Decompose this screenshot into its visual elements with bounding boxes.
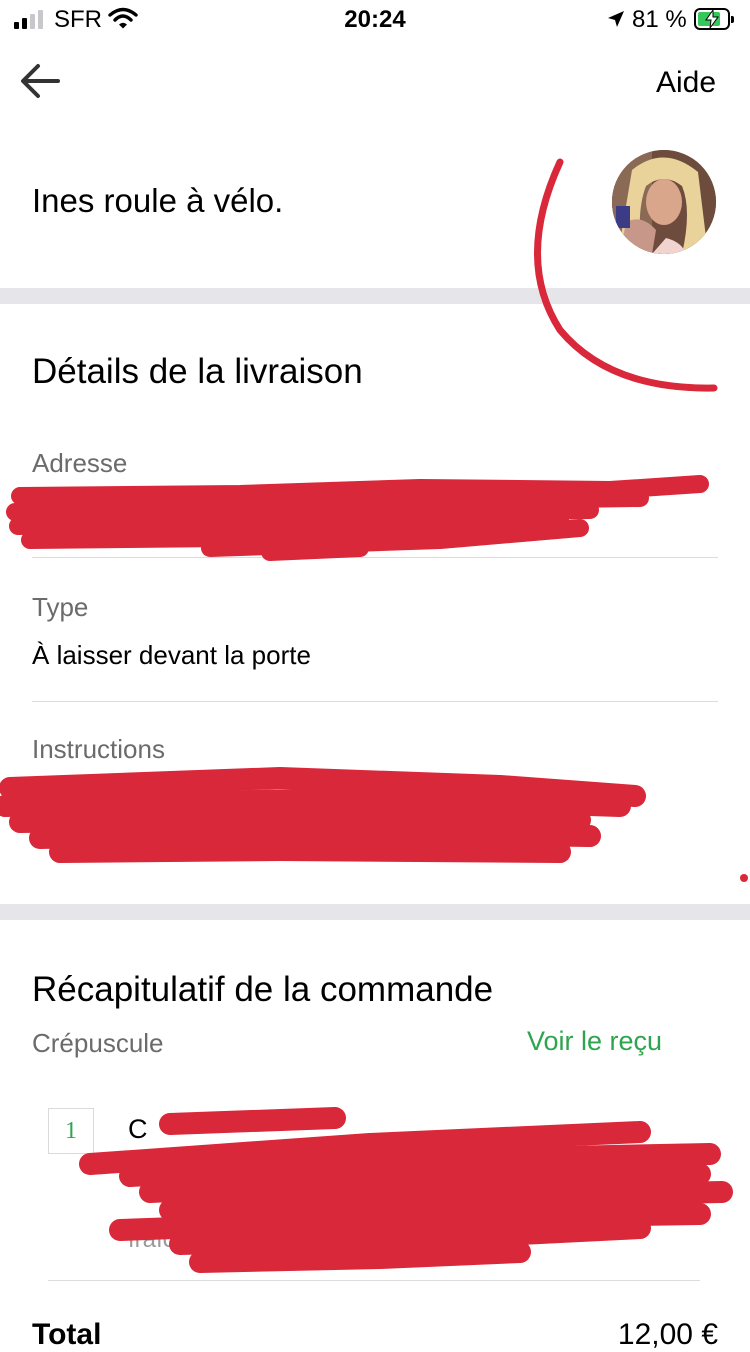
divider xyxy=(32,701,718,702)
address-label: Adresse xyxy=(32,448,128,478)
delivery-details-title: Détails de la livraison xyxy=(32,352,363,391)
view-receipt-link[interactable]: Voir le reçu xyxy=(527,1026,662,1057)
divider xyxy=(48,1280,700,1281)
item-name: C xyxy=(128,1114,148,1144)
back-arrow-icon[interactable] xyxy=(18,58,64,104)
item-detail: fraîche xyxy=(128,1226,202,1253)
divider xyxy=(32,557,718,558)
item-quantity: 1 xyxy=(48,1108,94,1154)
section-divider xyxy=(0,288,750,304)
help-button[interactable]: Aide xyxy=(656,66,716,100)
section-divider xyxy=(0,904,750,920)
battery-icon xyxy=(694,8,734,30)
courier-status-title: Ines roule à vélo. xyxy=(32,182,284,219)
type-label: Type xyxy=(32,592,89,622)
battery-percent: 81 % xyxy=(632,6,687,33)
status-bar: SFR 20:24 81 % xyxy=(0,0,750,42)
courier-avatar xyxy=(612,150,716,254)
order-summary-title: Récapitulatif de la commande xyxy=(32,970,494,1009)
total-value: 12,00 € xyxy=(617,1318,718,1351)
type-value: À laisser devant la porte xyxy=(32,640,311,670)
restaurant-name: Crépuscule xyxy=(32,1028,164,1058)
instructions-label: Instructions xyxy=(32,734,165,764)
total-label: Total xyxy=(32,1318,102,1351)
location-arrow-icon xyxy=(608,11,624,27)
